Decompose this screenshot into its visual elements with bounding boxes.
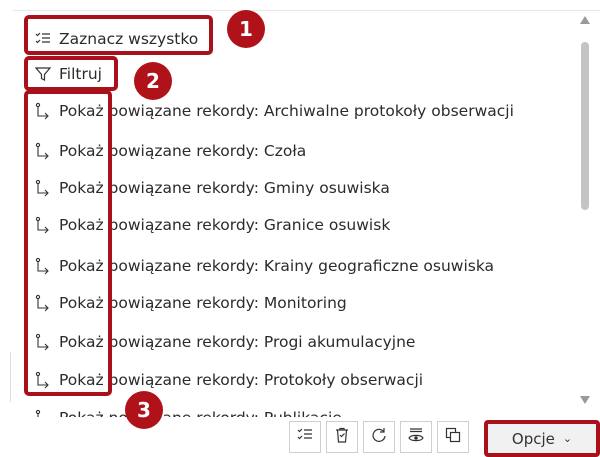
options-label: Opcje xyxy=(511,429,555,448)
select-all-button[interactable] xyxy=(289,421,321,453)
related-records-item[interactable]: Pokaż powiązane rekordy: Publikacje xyxy=(13,401,342,417)
chevron-down-icon: ⌄ xyxy=(562,432,573,445)
related-records-label: Pokaż powiązane rekordy: Krainy geografi… xyxy=(59,257,495,275)
badge-3: 3 xyxy=(125,391,163,429)
related-records-label: Pokaż powiązane rekordy: Publikacje xyxy=(59,409,342,417)
related-records-label: Pokaż powiązane rekordy: Progi akumulacy… xyxy=(59,333,416,351)
scroll-up-arrow-icon[interactable] xyxy=(580,16,590,24)
bottom-toolbar xyxy=(289,421,474,457)
related-records-label: Pokaż powiązane rekordy: Archiwalne prot… xyxy=(59,102,514,120)
badge-1: 1 xyxy=(227,10,265,48)
highlight-select-all xyxy=(24,15,213,55)
refresh-button[interactable] xyxy=(363,421,395,453)
clear-selection-icon xyxy=(333,426,351,448)
show-selected-icon xyxy=(407,426,425,448)
highlight-related-icons xyxy=(24,90,112,396)
highlight-filter xyxy=(24,56,118,91)
divider xyxy=(10,352,11,402)
clear-selection-button[interactable] xyxy=(326,421,358,453)
options-button[interactable]: Opcje ⌄ xyxy=(484,420,600,457)
related-records-icon xyxy=(33,408,53,417)
vertical-scrollbar[interactable] xyxy=(578,10,592,410)
copy-button[interactable] xyxy=(437,421,469,453)
select-all-icon xyxy=(296,426,314,448)
scroll-thumb[interactable] xyxy=(581,42,589,210)
refresh-icon xyxy=(370,426,388,448)
badge-2: 2 xyxy=(134,62,172,100)
related-records-label: Pokaż powiązane rekordy: Protokoły obser… xyxy=(59,371,424,389)
scroll-down-arrow-icon[interactable] xyxy=(580,396,590,404)
copy-icon xyxy=(444,426,462,448)
show-selected-button[interactable] xyxy=(400,421,432,453)
